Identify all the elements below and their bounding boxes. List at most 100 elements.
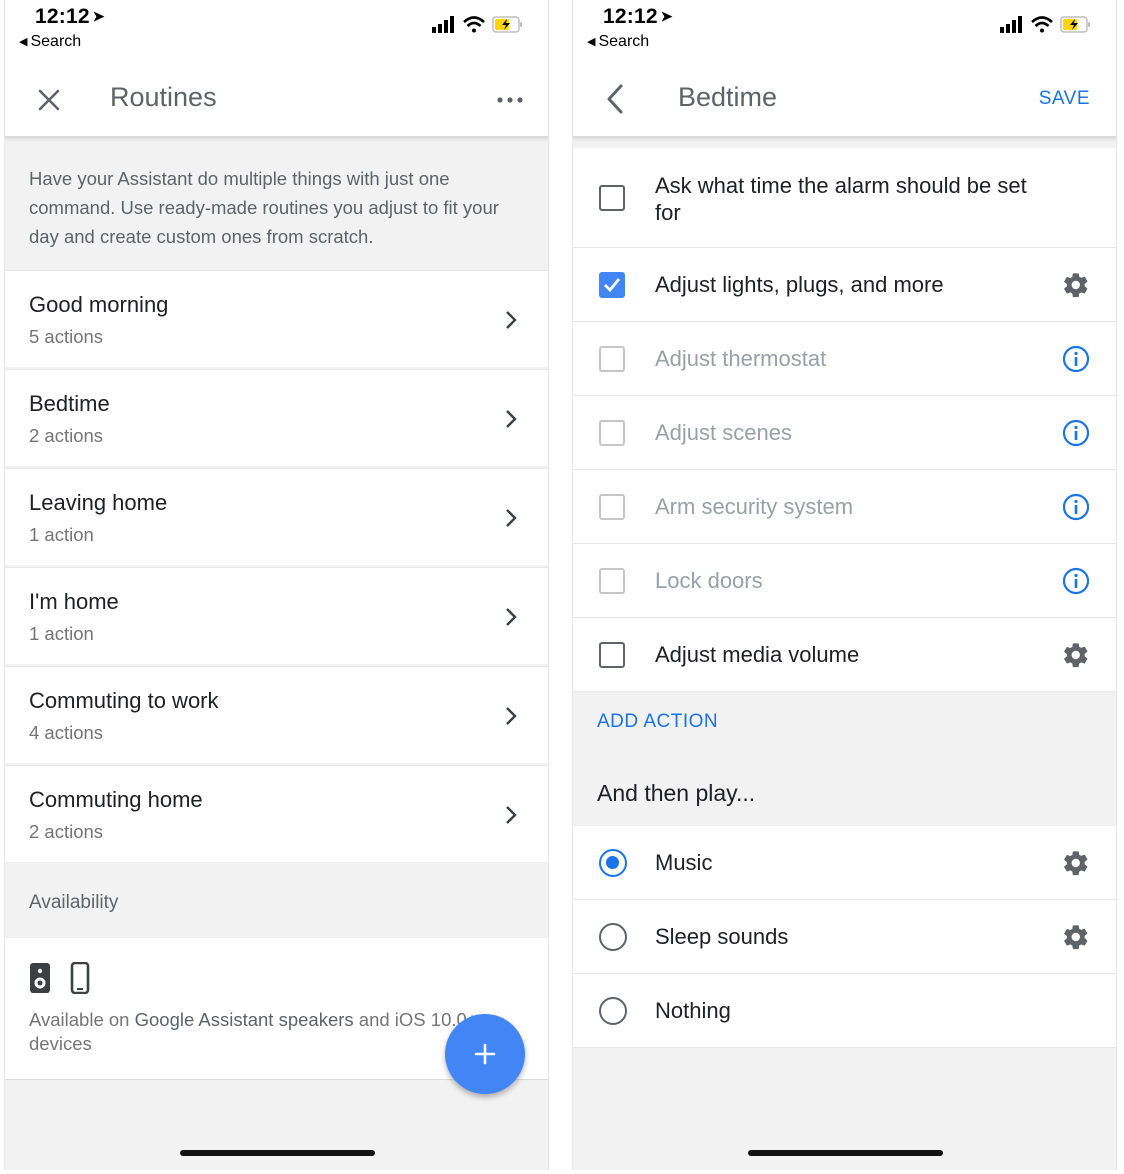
play-option-label: Sleep sounds [655,924,789,949]
signal-icon [432,16,454,33]
checkbox-disabled [599,420,625,446]
bedtime-screen: 12:12 ➤ ◀ Search Bedtime SAVE Ask what tim… [572,0,1117,1170]
back-triangle-icon: ◀ [19,36,28,48]
routine-action-count: 2 actions [29,821,104,842]
routines-description: Have your Assistant do multiple things w… [5,140,548,270]
play-option-nothing[interactable]: Nothing [573,974,1116,1048]
status-icons [1000,16,1090,33]
availability-text: Available on Google Assistant speakers a… [29,1009,478,1054]
back-arrow-icon[interactable] [601,80,631,118]
routine-item-good-morning[interactable]: Good morning 5 actions [5,270,548,367]
info-icon[interactable] [1062,345,1090,373]
location-arrow-icon: ➤ [92,8,105,24]
action-row-ask-alarm-time[interactable]: Ask what time the alarm should be set fo… [573,148,1116,248]
checkbox[interactable] [599,642,625,668]
chevron-right-icon [506,608,517,626]
then-play-heading: And then play... [597,780,756,806]
page-title: Bedtime [678,82,778,112]
status-time: 12:12 ➤ [35,5,105,28]
battery-icon [492,16,522,33]
action-label: Arm security system [655,494,854,519]
more-options-icon[interactable] [494,88,526,112]
status-bar: 12:12 ➤ ◀ Search [573,0,1116,62]
battery-icon [1060,16,1090,33]
routine-name: Good morning [29,292,169,317]
chevron-right-icon [506,509,517,527]
signal-icon [1000,16,1022,33]
routine-item-leaving-home[interactable]: Leaving home 1 action [5,468,548,565]
action-row-adjust-thermostat: Adjust thermostat [573,322,1116,396]
status-bar: 12:12 ➤ ◀ Search [5,0,548,62]
wifi-icon [463,16,485,33]
checkbox-disabled [599,568,625,594]
status-time: 12:12 ➤ [603,5,673,28]
action-row-adjust-lights[interactable]: Adjust lights, plugs, and more [573,248,1116,322]
routine-name: Commuting home [29,787,203,812]
chevron-right-icon [506,707,517,725]
action-label: Ask what time the alarm should be set fo… [655,173,1027,225]
info-icon[interactable] [1062,419,1090,447]
play-option-sleep-sounds[interactable]: Sleep sounds [573,900,1116,974]
checkbox-checked[interactable] [599,272,625,298]
radio-selected[interactable] [599,849,627,877]
close-icon[interactable] [33,84,65,116]
action-row-lock-doors: Lock doors [573,544,1116,618]
routine-action-count: 1 action [29,623,94,644]
checkbox-disabled [599,494,625,520]
action-label: Adjust scenes [655,420,792,445]
routine-name: Bedtime [29,391,110,416]
gear-icon[interactable] [1062,641,1090,669]
back-to-search-link[interactable]: ◀ Search [587,33,649,51]
action-row-arm-security: Arm security system [573,470,1116,544]
routine-name: Leaving home [29,490,168,515]
routine-item-bedtime[interactable]: Bedtime 2 actions [5,369,548,466]
radio-unselected[interactable] [599,923,627,951]
speaker-icon [30,963,50,993]
chevron-right-icon [506,806,517,824]
checkmark-icon [604,278,621,293]
checkbox[interactable] [599,185,625,211]
action-label: Lock doors [655,568,763,593]
routine-item-commuting-home[interactable]: Commuting home 2 actions [5,765,548,862]
page-title: Routines [110,82,217,112]
app-bar: Routines [5,62,548,138]
routines-screen: 12:12 ➤ ◀ Search Routines Have your Assist… [4,0,549,1170]
action-label: Adjust thermostat [655,346,827,371]
back-to-search-link[interactable]: ◀ Search [19,33,81,51]
plus-icon [474,1043,496,1065]
routine-name: Commuting to work [29,688,219,713]
add-action-button[interactable]: ADD ACTION [597,711,718,733]
routine-action-count: 1 action [29,524,94,545]
action-row-adjust-media-volume[interactable]: Adjust media volume [573,618,1116,692]
home-indicator[interactable] [180,1150,375,1156]
phone-icon [70,962,90,994]
save-button[interactable]: SAVE [1039,88,1090,110]
routine-name: I'm home [29,589,119,614]
gear-icon[interactable] [1062,271,1090,299]
chevron-right-icon [506,311,517,329]
routine-action-count: 4 actions [29,722,104,743]
back-triangle-icon: ◀ [587,36,596,48]
chevron-right-icon [506,410,517,428]
availability-heading: Availability [5,862,548,938]
add-routine-button[interactable] [445,1014,525,1094]
play-option-label: Nothing [655,998,731,1023]
home-indicator[interactable] [748,1150,943,1156]
routine-item-commuting-to-work[interactable]: Commuting to work 4 actions [5,666,548,763]
gear-icon[interactable] [1062,923,1090,951]
gear-icon[interactable] [1062,849,1090,877]
info-icon[interactable] [1062,567,1090,595]
status-icons [432,16,522,33]
location-arrow-icon: ➤ [660,8,673,24]
play-option-music[interactable]: Music [573,826,1116,900]
radio-unselected[interactable] [599,997,627,1025]
action-label: Adjust lights, plugs, and more [655,272,944,297]
info-icon[interactable] [1062,493,1090,521]
routine-action-count: 5 actions [29,326,104,347]
app-bar: Bedtime SAVE [573,62,1116,138]
action-row-adjust-scenes: Adjust scenes [573,396,1116,470]
checkbox-disabled [599,346,625,372]
action-label: Adjust media volume [655,642,860,667]
play-option-label: Music [655,850,713,875]
routine-item-im-home[interactable]: I'm home 1 action [5,567,548,664]
